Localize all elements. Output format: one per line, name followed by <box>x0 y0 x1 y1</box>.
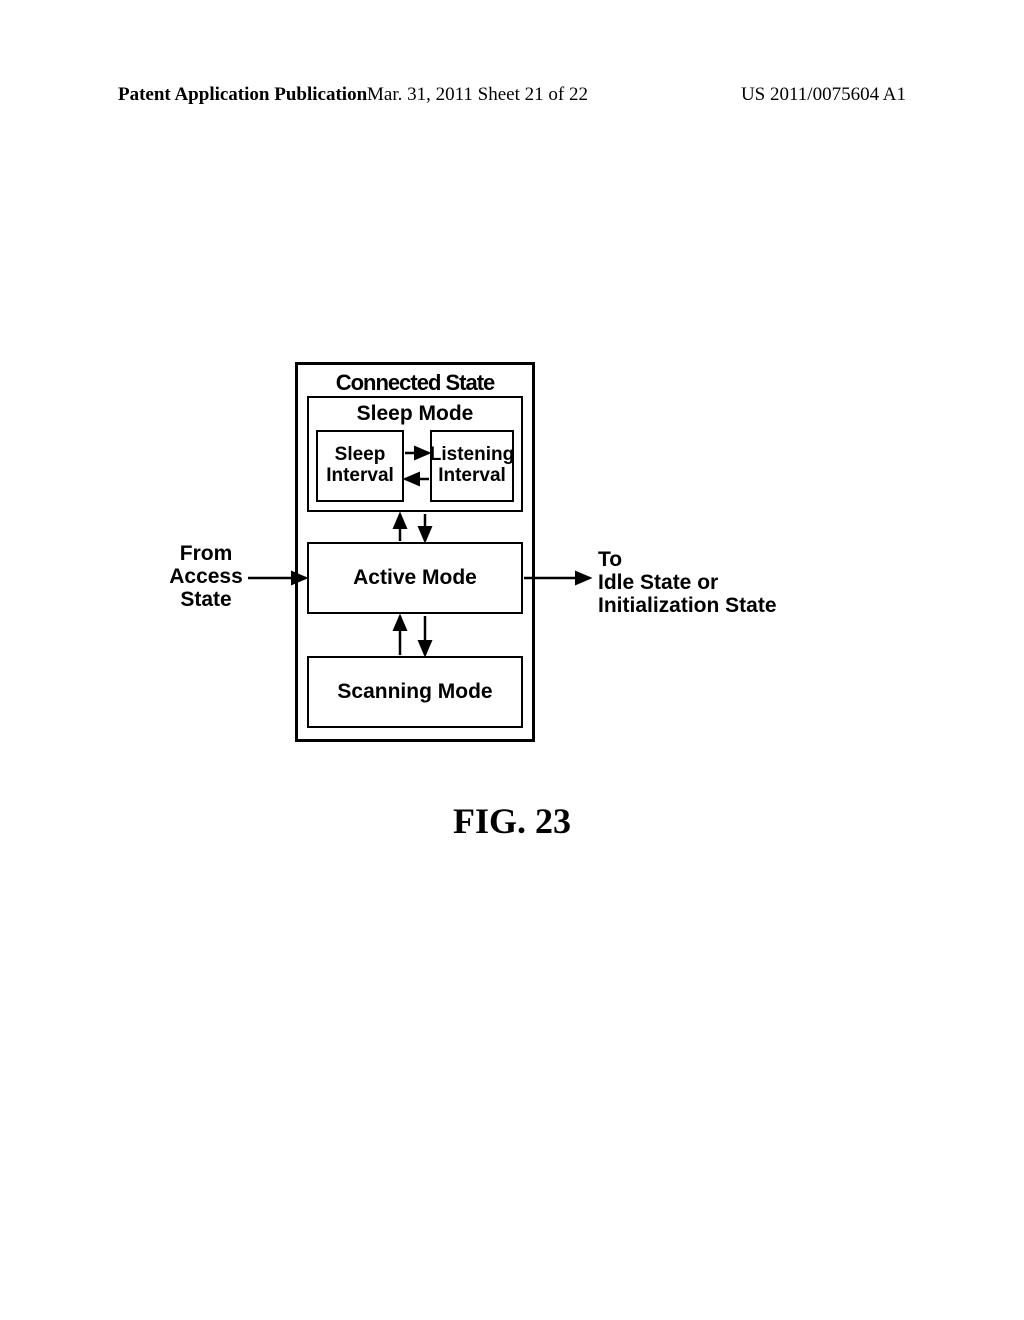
connected-state-title: Connected State <box>295 370 535 396</box>
scanning-mode-label: Scanning Mode <box>337 680 492 704</box>
active-mode-box: Active Mode <box>307 542 523 614</box>
from-access-label: From Access State <box>166 542 246 611</box>
state-diagram: Connected State Sleep Mode Sleep Interva… <box>0 0 1024 1320</box>
sleep-mode-title: Sleep Mode <box>307 402 523 426</box>
sleep-interval-box: Sleep Interval <box>316 430 404 502</box>
listening-interval-label: Listening Interval <box>430 445 514 487</box>
scanning-mode-box: Scanning Mode <box>307 656 523 728</box>
active-mode-label: Active Mode <box>353 566 477 590</box>
listening-interval-box: Listening Interval <box>430 430 514 502</box>
figure-label: FIG. 23 <box>0 800 1024 842</box>
sleep-interval-label: Sleep Interval <box>326 445 394 487</box>
to-idle-label: To Idle State or Initialization State <box>598 548 808 617</box>
